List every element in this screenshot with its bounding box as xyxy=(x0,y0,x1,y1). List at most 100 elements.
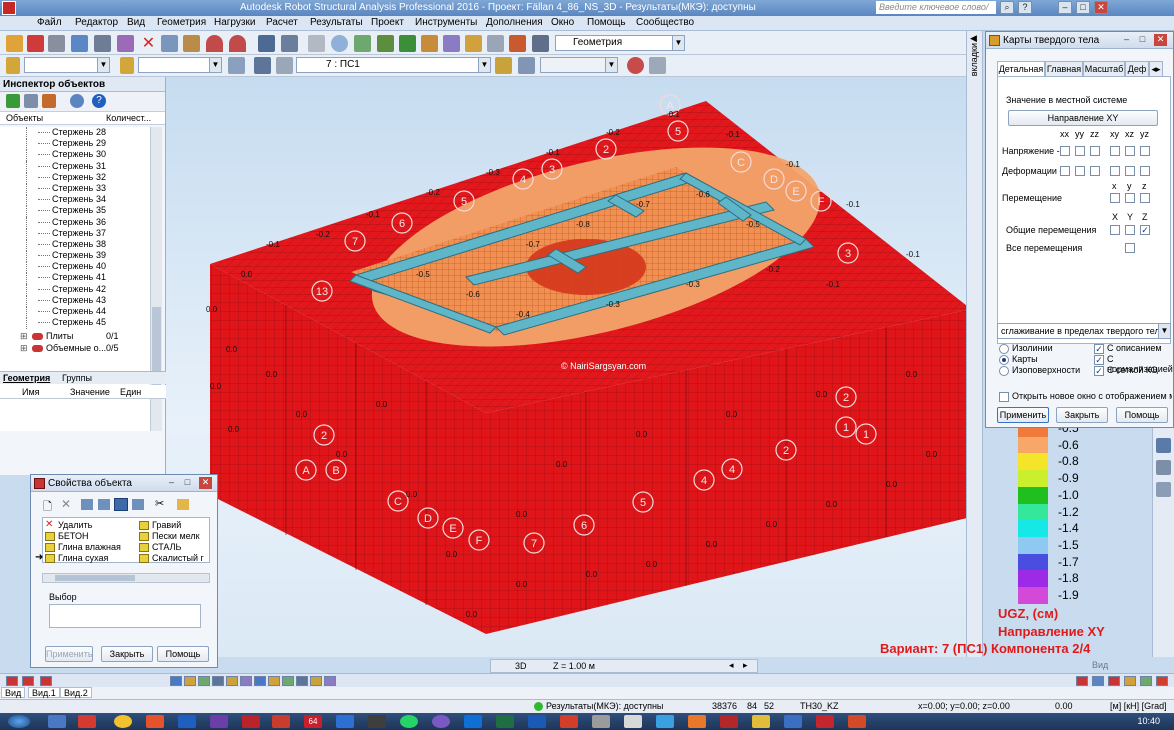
redo-icon[interactable] xyxy=(229,35,246,52)
paste-icon[interactable] xyxy=(183,35,200,52)
mode-select[interactable]: ▼ xyxy=(540,57,618,73)
app-icon[interactable] xyxy=(464,715,482,728)
checkbox-mesh[interactable]: ✓ xyxy=(1094,366,1104,376)
node-icon[interactable] xyxy=(6,57,20,74)
close-dialog-button[interactable]: Закрыть xyxy=(101,646,153,662)
tree-item-bar[interactable]: Стержень 41 xyxy=(0,272,150,285)
tree-group-plates[interactable]: ⊞ Плиты 0/1 xyxy=(0,331,150,342)
stress-checkbox[interactable] xyxy=(1075,146,1085,156)
tree-item-bar[interactable]: Стержень 35 xyxy=(0,205,150,218)
display-option-icon[interactable] xyxy=(296,676,308,686)
selection-input[interactable] xyxy=(49,604,201,628)
display-option-icon[interactable] xyxy=(1124,676,1136,686)
view-icon[interactable] xyxy=(81,499,93,510)
layout-icon[interactable] xyxy=(532,35,549,52)
bar-selection-input[interactable]: ▼ xyxy=(138,57,222,73)
sections-icon[interactable] xyxy=(399,35,416,52)
close-button[interactable]: ✕ xyxy=(1154,34,1167,46)
tables-icon[interactable] xyxy=(258,35,275,52)
strain-checkbox[interactable] xyxy=(1125,166,1135,176)
col-name[interactable]: Имя xyxy=(22,387,40,397)
section-view-icon[interactable] xyxy=(276,57,293,74)
word-icon[interactable] xyxy=(528,715,546,728)
col-objects[interactable]: Объекты xyxy=(6,113,43,123)
app-icon[interactable] xyxy=(210,715,228,728)
display-option-icon[interactable] xyxy=(1156,676,1168,686)
view-tab[interactable]: Вид xyxy=(1,687,26,698)
view-tab[interactable]: Вид.2 xyxy=(60,687,92,698)
tab-scale[interactable]: Масштаб xyxy=(1083,61,1125,77)
tree-item-bar[interactable]: Стержень 39 xyxy=(0,250,150,263)
tab-main[interactable]: Главная xyxy=(1045,61,1083,77)
col-unit[interactable]: Един xyxy=(120,387,141,397)
radio-isosurfaces[interactable] xyxy=(999,366,1009,376)
general-displacement-checkbox[interactable] xyxy=(1125,225,1135,235)
strain-checkbox[interactable] xyxy=(1075,166,1085,176)
app-icon[interactable] xyxy=(720,715,738,728)
app-icon[interactable] xyxy=(688,715,706,728)
tree-item-bar[interactable]: Стержень 38 xyxy=(0,238,150,251)
direction-xy-button[interactable]: Направление XY xyxy=(1008,110,1158,126)
display-option-icon[interactable] xyxy=(1092,676,1104,686)
display-option-icon[interactable] xyxy=(282,676,294,686)
menu-help[interactable]: Помощь xyxy=(587,17,626,28)
minimize-button[interactable]: – xyxy=(165,477,178,489)
help-icon[interactable]: ? xyxy=(92,94,106,108)
display-option-icon[interactable] xyxy=(240,676,252,686)
chevron-left-icon[interactable]: ◂ xyxy=(729,660,734,671)
grid-icon[interactable] xyxy=(1156,482,1171,497)
tab-scroll-arrows[interactable]: ◂▸ xyxy=(1149,61,1163,77)
undo-icon[interactable] xyxy=(206,35,223,52)
strain-checkbox[interactable] xyxy=(1140,166,1150,176)
delete-icon[interactable]: ✕ xyxy=(140,35,157,52)
display-option-icon[interactable] xyxy=(1108,676,1120,686)
chevron-right-icon[interactable]: ▸ xyxy=(743,660,748,671)
menu-project[interactable]: Проект xyxy=(371,17,404,28)
menu-file[interactable]: Файл xyxy=(37,17,62,28)
apply-button[interactable]: Применить xyxy=(997,407,1049,423)
word-icon[interactable] xyxy=(178,715,196,728)
view-mode[interactable]: 3D xyxy=(515,661,527,671)
start-button[interactable] xyxy=(8,715,30,728)
view-icon[interactable] xyxy=(254,57,271,74)
tree-item-bar[interactable]: Стержень 44 xyxy=(0,306,150,318)
bar-icon[interactable] xyxy=(120,57,134,74)
checkbox-description[interactable]: ✓ xyxy=(1094,344,1104,354)
vertical-tab-label[interactable]: вкладки xyxy=(969,43,979,76)
radio-isolines[interactable] xyxy=(999,344,1009,354)
tree-item-bar[interactable]: Стержень 34 xyxy=(0,194,150,207)
results-table-icon[interactable] xyxy=(1156,438,1171,453)
tree-item-bar[interactable]: Стержень 28 xyxy=(0,127,150,139)
app-icon[interactable] xyxy=(336,715,354,728)
app-icon[interactable] xyxy=(592,715,610,728)
stress-checkbox[interactable] xyxy=(1090,146,1100,156)
checkbox-new-window[interactable] xyxy=(999,392,1009,402)
display-option-icon[interactable] xyxy=(1140,676,1152,686)
chevron-down-icon[interactable]: ▼ xyxy=(605,58,617,72)
help-icon[interactable]: ? xyxy=(1018,1,1032,14)
tree-item-bar[interactable]: Стержень 40 xyxy=(0,261,150,274)
stress-checkbox[interactable] xyxy=(1060,146,1070,156)
smoothing-select[interactable]: сглаживание в пределах твердого тела ▼ xyxy=(997,323,1171,339)
display-option-icon[interactable] xyxy=(268,676,280,686)
chevron-down-icon[interactable]: ▼ xyxy=(209,58,221,72)
display-option-icon[interactable] xyxy=(198,676,210,686)
view-tab[interactable]: Вид.1 xyxy=(28,687,60,698)
fe-model-map[interactable]: A 5 2 3 4 5 6 7 13 C D E F 3 2 A B C D E… xyxy=(166,77,966,657)
display-option-icon[interactable] xyxy=(310,676,322,686)
robot-icon[interactable] xyxy=(272,715,290,728)
displacement-checkbox[interactable] xyxy=(1140,193,1150,203)
display-option-icon[interactable] xyxy=(184,676,196,686)
whatsapp-icon[interactable] xyxy=(400,715,418,728)
display-option-icon[interactable] xyxy=(254,676,266,686)
app-icon[interactable] xyxy=(624,715,642,728)
search-icon[interactable] xyxy=(70,94,84,108)
copy-icon[interactable] xyxy=(161,35,178,52)
displacement-checkbox[interactable] xyxy=(1110,193,1120,203)
app-icon[interactable] xyxy=(242,715,260,728)
combinations-icon[interactable] xyxy=(443,35,460,52)
viber-icon[interactable] xyxy=(432,715,450,728)
col-value[interactable]: Значение xyxy=(70,387,110,397)
chevron-down-icon[interactable]: ▼ xyxy=(1158,324,1170,338)
menu-community[interactable]: Сообщество xyxy=(636,17,694,28)
